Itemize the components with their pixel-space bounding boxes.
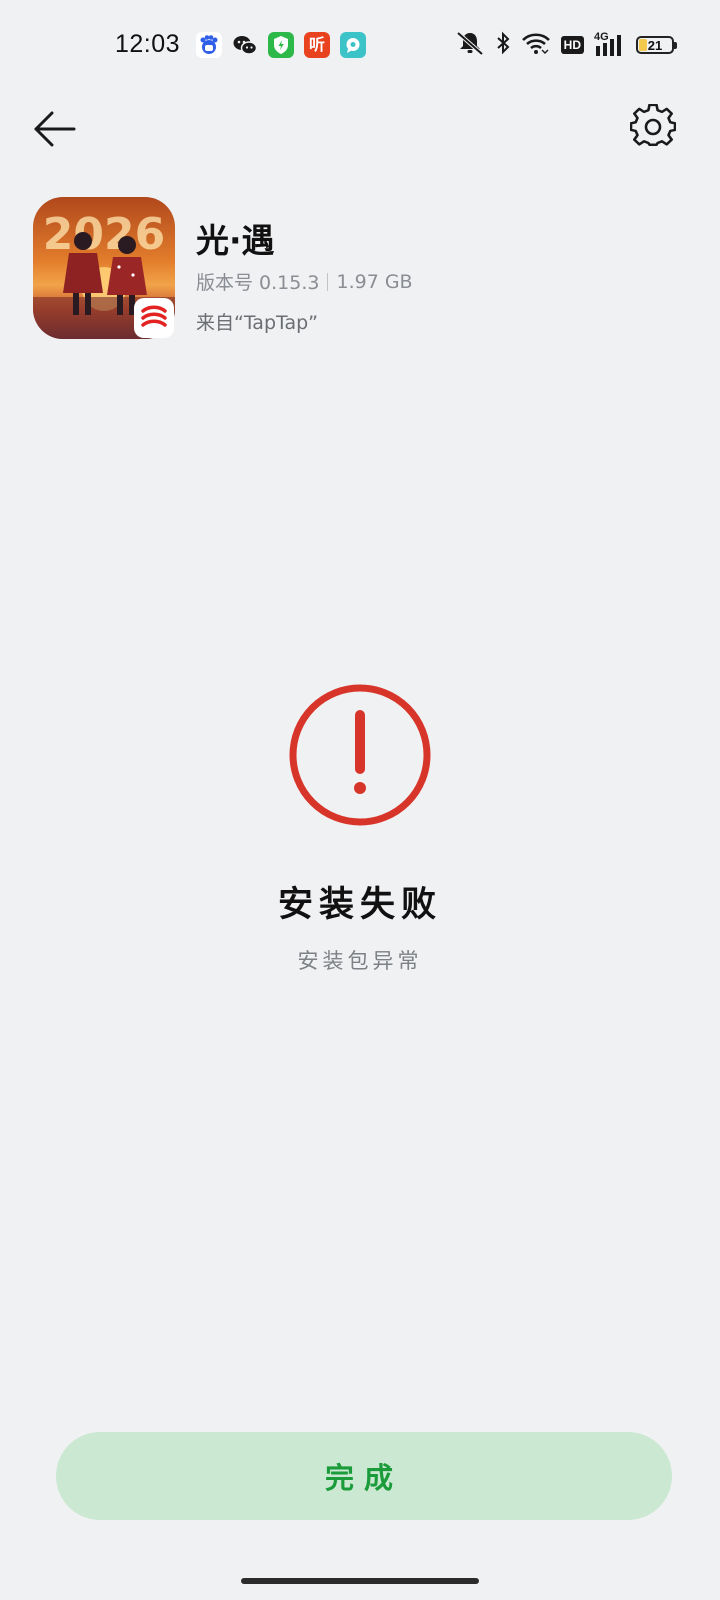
arrow-left-icon xyxy=(34,111,76,147)
status-bar: 12:03 听 HD 4G 21 xyxy=(0,0,720,92)
app-size: 1.97 GB xyxy=(336,270,413,293)
back-button[interactable] xyxy=(30,104,80,154)
netease-badge-icon xyxy=(134,298,174,338)
battery-indicator: 21 xyxy=(636,36,677,54)
gear-icon xyxy=(629,103,677,146)
security-shield-icon xyxy=(268,32,294,58)
baidu-icon xyxy=(196,32,222,58)
result-title: 安装失败 xyxy=(277,885,442,925)
battery-level: 21 xyxy=(647,37,663,53)
app-source: 来自“TapTap” xyxy=(196,312,319,334)
result-subtitle: 安装包异常 xyxy=(297,949,423,973)
system-status-icons: HD 4G 21 xyxy=(455,30,677,60)
bluetooth-icon xyxy=(495,31,511,59)
ting-audio-icon: 听 xyxy=(304,32,330,58)
battery-fill xyxy=(639,39,647,51)
error-exclamation-icon xyxy=(288,683,432,827)
svg-text:2026: 2026 xyxy=(43,209,165,260)
app-name: 光·遇 xyxy=(196,221,275,260)
meta-divider xyxy=(327,272,329,291)
notification-icons: 听 xyxy=(196,32,366,58)
mute-bell-icon xyxy=(455,30,485,60)
wechat-icon xyxy=(232,32,258,58)
app-version: 版本号 0.15.3 xyxy=(196,272,320,294)
ting-label: 听 xyxy=(308,35,325,54)
wifi-icon xyxy=(521,31,551,59)
chat-bubble-icon xyxy=(340,32,366,58)
status-time: 12:03 xyxy=(115,30,181,58)
hd-badge: HD xyxy=(560,36,584,54)
app-meta: 版本号 0.15.3 1.97 GB xyxy=(196,268,413,295)
home-indicator[interactable] xyxy=(241,1578,479,1584)
done-button[interactable]: 完成 xyxy=(56,1432,672,1520)
settings-button[interactable] xyxy=(629,103,677,150)
signal-icon: 4G xyxy=(594,31,626,57)
